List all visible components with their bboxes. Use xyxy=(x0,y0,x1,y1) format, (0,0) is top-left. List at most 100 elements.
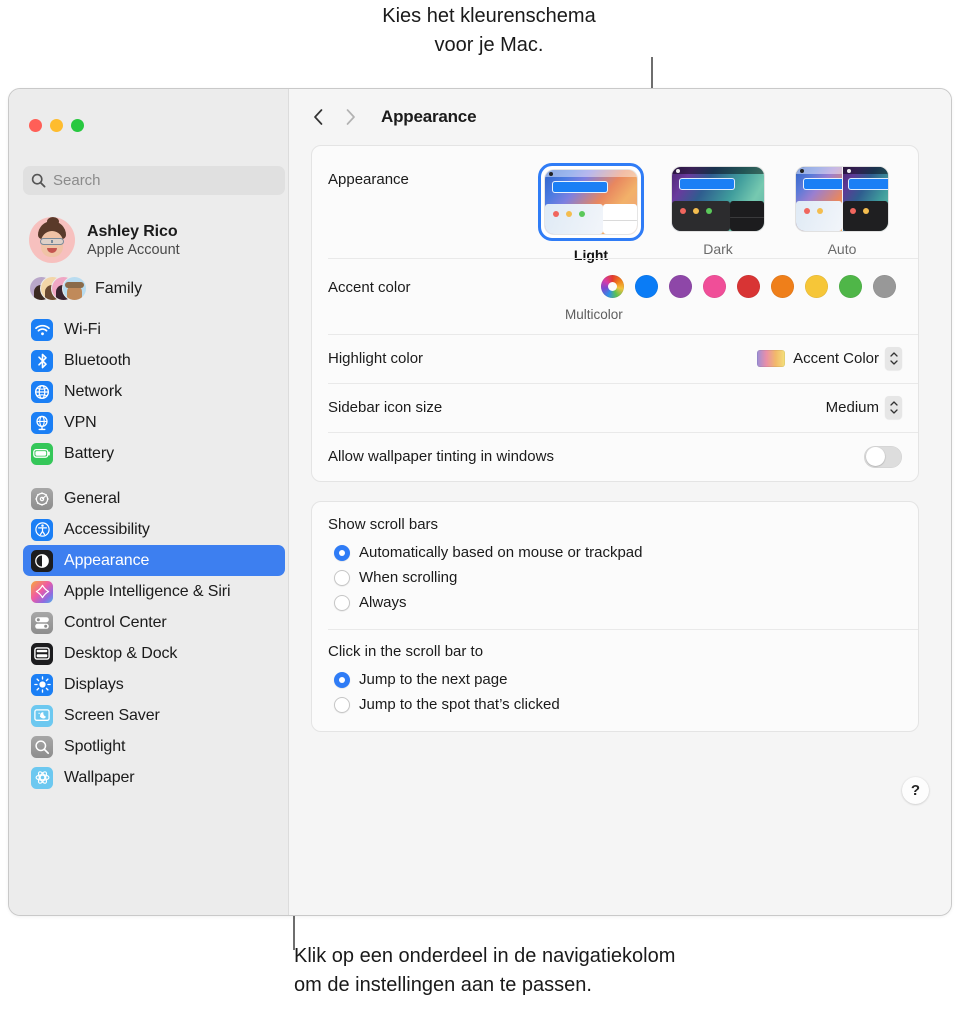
sidebar-item-label: General xyxy=(64,489,121,507)
appearance-icon xyxy=(31,549,53,572)
accent-swatch-yellow[interactable] xyxy=(805,275,828,298)
accessibility-icon xyxy=(31,518,53,541)
sidebar-item-label-family: Family xyxy=(95,280,143,297)
toolbar: Appearance xyxy=(289,89,951,145)
radio-spot-clicked[interactable] xyxy=(334,696,350,713)
search-input[interactable] xyxy=(53,172,277,189)
sidebar-item-label: Desktop & Dock xyxy=(64,644,178,662)
accent-color-swatches xyxy=(601,275,896,298)
callout-caption-top: Kies het kleurenschema voor je Mac. xyxy=(382,5,596,56)
accent-swatch-orange[interactable] xyxy=(771,275,794,298)
wallpaper-icon xyxy=(31,766,53,789)
sidebar-item-label: Wi-Fi xyxy=(64,320,101,338)
siri-icon xyxy=(31,580,53,603)
minimize-button[interactable] xyxy=(50,119,63,132)
appearance-option-auto[interactable]: Auto xyxy=(792,163,892,263)
page-title: Appearance xyxy=(381,107,477,126)
sidebar-item-spotlight[interactable]: Spotlight xyxy=(23,731,285,762)
accent-swatch-blue[interactable] xyxy=(635,275,658,298)
radio-always[interactable] xyxy=(334,594,350,611)
sidebar-item-wallpaper[interactable]: Wallpaper xyxy=(23,762,285,793)
radio-row-when-scrolling[interactable]: When scrolling xyxy=(334,565,902,590)
accent-color-chip xyxy=(757,350,786,367)
chevron-updown-icon[interactable] xyxy=(885,396,902,419)
apple-account-row[interactable]: Ashley Rico Apple Account xyxy=(23,213,285,267)
show-scroll-bars-group: Show scroll bars Automatically based on … xyxy=(312,502,918,629)
sidebar-item-label: Control Center xyxy=(64,613,167,631)
accent-swatch-purple[interactable] xyxy=(669,275,692,298)
window-controls xyxy=(29,119,84,132)
radio-row-next-page[interactable]: Jump to the next page xyxy=(334,667,902,692)
screen-saver-icon xyxy=(31,704,53,727)
spotlight-search-icon xyxy=(31,735,53,758)
account-text: Ashley Rico Apple Account xyxy=(87,223,180,258)
sidebar-item-control-center[interactable]: Control Center xyxy=(23,607,285,638)
accent-swatch-multicolor[interactable] xyxy=(601,275,624,298)
sidebar-item-label: Appearance xyxy=(64,551,150,569)
radio-automatic[interactable] xyxy=(334,544,350,561)
wallpaper-tinting-label: Allow wallpaper tinting in windows xyxy=(328,448,554,465)
sidebar-item-screen-saver[interactable]: Screen Saver xyxy=(23,700,285,731)
sidebar-item-battery[interactable]: Battery xyxy=(23,438,285,469)
chevron-updown-icon[interactable] xyxy=(885,347,902,370)
appearance-thumbnail-dark xyxy=(672,167,764,231)
system-settings-window: Ashley Rico Apple Account Family xyxy=(8,88,952,916)
highlight-color-popup[interactable]: Accent Color xyxy=(757,347,902,370)
callout-caption-bottom: Klik op een onderdeel in de navigatiekol… xyxy=(294,945,676,996)
family-avatars xyxy=(29,276,87,302)
vpn-globe-icon xyxy=(31,411,53,434)
account-section: Ashley Rico Apple Account Family xyxy=(23,213,285,308)
sidebar-item-bluetooth[interactable]: Bluetooth xyxy=(23,345,285,376)
appearance-thumbnail-light xyxy=(545,170,637,234)
sidebar-item-displays[interactable]: Displays xyxy=(23,669,285,700)
accent-swatch-green[interactable] xyxy=(839,275,862,298)
sidebar-item-accessibility[interactable]: Accessibility xyxy=(23,514,285,545)
sidebar-item-wi-fi[interactable]: Wi-Fi xyxy=(23,314,285,345)
appearance-row: Appearance Light Dark Auto xyxy=(312,146,918,263)
sidebar-item-label: Apple Intelligence & Siri xyxy=(64,582,231,600)
highlight-color-label: Highlight color xyxy=(328,350,424,367)
search-field[interactable] xyxy=(23,166,285,195)
sidebar-item-apple-intelligence-siri[interactable]: Apple Intelligence & Siri xyxy=(23,576,285,607)
sidebar-item-label: Accessibility xyxy=(64,520,150,538)
sidebar-item-family[interactable]: Family xyxy=(23,270,285,308)
close-button[interactable] xyxy=(29,119,42,132)
accent-swatch-graphite[interactable] xyxy=(873,275,896,298)
appearance-option-light[interactable]: Light xyxy=(538,163,644,263)
forward-button[interactable] xyxy=(337,104,363,130)
radio-when-scrolling[interactable] xyxy=(334,569,350,586)
sidebar-item-label: Spotlight xyxy=(64,737,126,755)
control-center-icon xyxy=(31,611,53,634)
radio-row-spot-clicked[interactable]: Jump to the spot that’s clicked xyxy=(334,692,902,717)
sidebar-item-label: Network xyxy=(64,382,122,400)
sidebar-item-label: Battery xyxy=(64,444,114,462)
bluetooth-icon xyxy=(31,349,53,372)
appearance-option-dark[interactable]: Dark xyxy=(668,163,768,263)
sidebar-item-desktop-dock[interactable]: Desktop & Dock xyxy=(23,638,285,669)
brightness-icon xyxy=(31,673,53,696)
back-button[interactable] xyxy=(305,104,331,130)
sidebar-item-general[interactable]: General xyxy=(23,483,285,514)
help-button[interactable]: ? xyxy=(902,777,929,804)
sidebar-item-label: Screen Saver xyxy=(64,706,160,724)
wallpaper-tinting-toggle[interactable] xyxy=(864,445,902,468)
content-pane: Appearance Appearance Light Dark Auto Ac… xyxy=(288,89,951,915)
appearance-thumbnail-auto xyxy=(796,167,888,231)
accent-swatch-red[interactable] xyxy=(737,275,760,298)
radio-row-automatic[interactable]: Automatically based on mouse or trackpad xyxy=(334,540,902,565)
radio-next-page[interactable] xyxy=(334,671,350,688)
zoom-button[interactable] xyxy=(71,119,84,132)
radio-row-always[interactable]: Always xyxy=(334,590,902,615)
sidebar-item-vpn[interactable]: VPN xyxy=(23,407,285,438)
wallpaper-tinting-row: Allow wallpaper tinting in windows xyxy=(312,432,918,481)
sidebar-nav-list: Wi-Fi Bluetooth Network VPN Battery Gene… xyxy=(23,314,285,793)
sidebar: Ashley Rico Apple Account Family xyxy=(9,89,288,915)
sidebar-icon-size-popup[interactable]: Medium xyxy=(826,396,902,419)
click-scroll-bar-group: Click in the scroll bar to Jump to the n… xyxy=(312,629,918,731)
search-icon xyxy=(31,173,46,188)
accent-color-row-label: Accent color xyxy=(328,279,411,296)
sidebar-item-appearance[interactable]: Appearance xyxy=(23,545,285,576)
sidebar-item-network[interactable]: Network xyxy=(23,376,285,407)
accent-swatch-pink[interactable] xyxy=(703,275,726,298)
accent-color-row: Accent color Multicolor xyxy=(312,258,918,334)
